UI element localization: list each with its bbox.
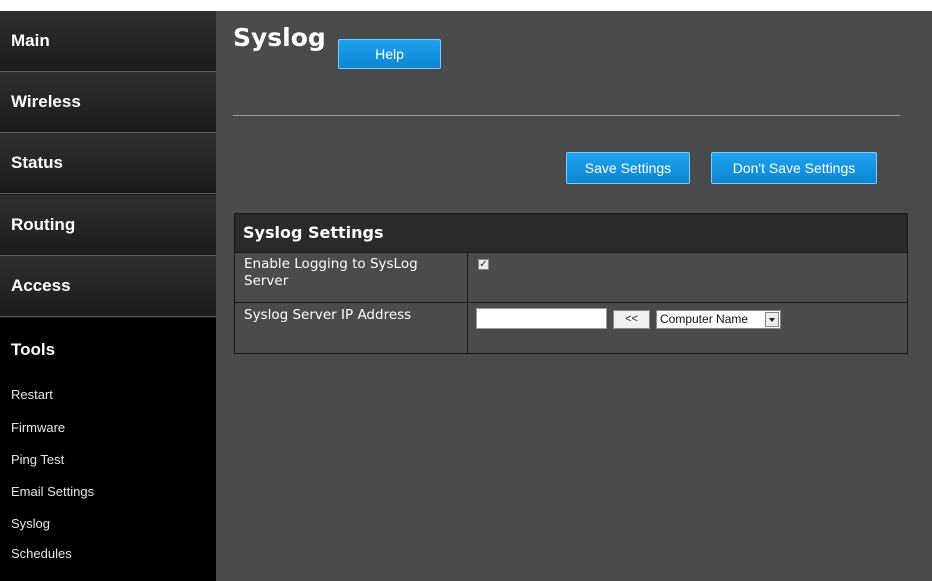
syslog-settings-panel: Syslog Settings Enable Logging to SysLog… — [234, 213, 908, 354]
sidebar-item-label: Status — [11, 153, 63, 172]
server-ip-input[interactable] — [476, 308, 607, 329]
sidebar-item-routing[interactable]: Routing — [0, 195, 216, 256]
panel-header: Syslog Settings — [235, 214, 907, 253]
settings-row-enable-logging: Enable Logging to SysLog Server ✓ — [235, 253, 907, 303]
divider — [233, 115, 900, 116]
enable-logging-checkbox[interactable]: ✓ — [478, 259, 489, 270]
submenu-item-firmware[interactable]: Firmware — [11, 420, 65, 435]
dont-save-settings-button[interactable]: Don't Save Settings — [711, 152, 877, 184]
save-settings-button[interactable]: Save Settings — [566, 152, 690, 184]
sidebar-item-status[interactable]: Status — [0, 133, 216, 194]
sidebar-item-label: Main — [11, 31, 50, 50]
sidebar-item-label: Access — [11, 276, 71, 295]
sidebar-item-access[interactable]: Access — [0, 256, 216, 317]
tools-submenu: Restart Firmware Ping Test Email Setting… — [0, 381, 216, 581]
submenu-item-email-settings[interactable]: Email Settings — [11, 484, 94, 499]
enable-logging-label: Enable Logging to SysLog Server — [244, 256, 418, 289]
copy-ip-button[interactable]: << — [613, 310, 650, 329]
computer-name-select[interactable]: Computer Name — [656, 310, 781, 329]
submenu-item-restart[interactable]: Restart — [11, 387, 53, 402]
sidebar-item-label: Routing — [11, 215, 76, 234]
settings-row-server-ip: Syslog Server IP Address << Computer Nam… — [235, 304, 907, 353]
sidebar-item-label: Tools — [11, 340, 56, 359]
sidebar-item-label: Wireless — [11, 92, 81, 111]
dropdown-arrow-icon[interactable] — [765, 312, 779, 327]
panel-title: Syslog Settings — [243, 223, 384, 242]
sidebar-item-wireless[interactable]: Wireless — [0, 72, 216, 133]
sidebar: Main Wireless Status Routing Access Tool… — [0, 11, 228, 581]
help-button[interactable]: Help — [338, 39, 441, 69]
server-ip-label: Syslog Server IP Address — [244, 307, 412, 323]
sidebar-item-main[interactable]: Main — [0, 11, 216, 72]
submenu-item-schedules[interactable]: Schedules — [11, 546, 72, 561]
submenu-item-syslog[interactable]: Syslog — [11, 516, 50, 531]
select-value: Computer Name — [660, 312, 749, 326]
page-title: Syslog — [233, 23, 326, 52]
submenu-item-ping-test[interactable]: Ping Test — [11, 452, 64, 467]
sidebar-item-tools[interactable]: Tools — [0, 318, 228, 381]
main-content: Syslog Help Save Settings Don't Save Set… — [216, 11, 932, 581]
